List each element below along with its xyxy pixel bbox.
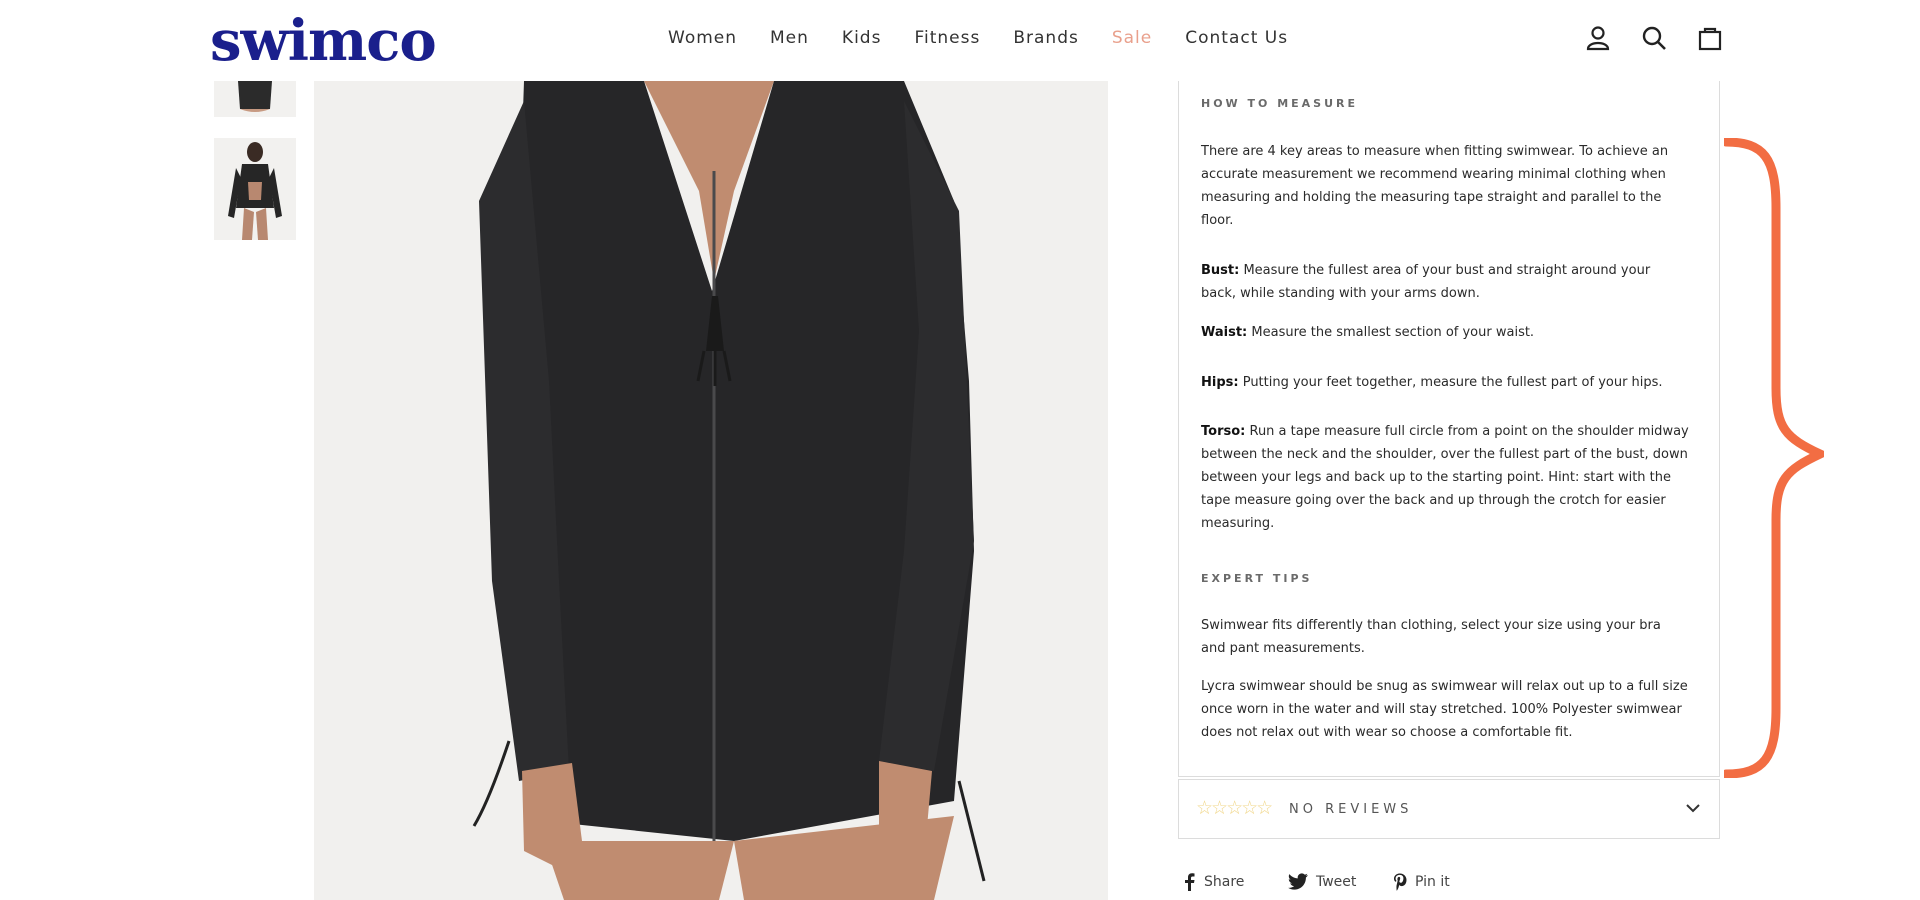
- pinterest-icon: [1394, 873, 1407, 891]
- search-icon[interactable]: [1639, 23, 1669, 53]
- how-to-measure-heading: HOW TO MEASURE: [1201, 97, 1359, 110]
- share-label: Share: [1204, 874, 1245, 890]
- measure-label: Hips:: [1201, 375, 1239, 390]
- facebook-icon: [1185, 873, 1195, 891]
- share-twitter-button[interactable]: Tweet: [1288, 873, 1356, 890]
- tweet-label: Tweet: [1316, 873, 1357, 890]
- site-logo[interactable]: swimco: [210, 6, 437, 76]
- header-icons: [1583, 23, 1725, 53]
- twitter-icon: [1288, 873, 1308, 890]
- measure-torso: Torso: Run a tape measure full circle fr…: [1201, 420, 1689, 535]
- pin-label: Pin it: [1415, 874, 1450, 890]
- measure-label: Waist:: [1201, 325, 1248, 340]
- measure-intro: There are 4 key areas to measure when fi…: [1201, 144, 1669, 228]
- measure-bust: Bust: Measure the fullest area of your b…: [1201, 259, 1689, 305]
- measure-text: Putting your feet together, measure the …: [1238, 375, 1663, 390]
- nav-fitness[interactable]: Fitness: [914, 24, 980, 52]
- share-facebook-button[interactable]: Share: [1182, 873, 1244, 891]
- curly-brace-annotation: [1724, 138, 1824, 778]
- reviews-label: NO REVIEWS: [1289, 802, 1413, 817]
- product-thumbnail[interactable]: [214, 138, 296, 240]
- measure-waist: Waist: Measure the smallest section of y…: [1201, 321, 1689, 344]
- product-thumbnail[interactable]: [214, 81, 296, 117]
- expert-tip: Lycra swimwear should be snug as swimwea…: [1201, 679, 1688, 740]
- star-rating-icon: ☆☆☆☆☆: [1196, 797, 1273, 819]
- nav-sale[interactable]: Sale: [1112, 24, 1152, 52]
- chevron-down-icon[interactable]: [1683, 798, 1703, 818]
- measure-label: Bust:: [1201, 263, 1240, 278]
- main-nav: Women Men Kids Fitness Brands Sale Conta…: [668, 24, 1321, 52]
- reviews-accordion[interactable]: ☆☆☆☆☆ NO REVIEWS: [1178, 779, 1720, 839]
- measure-text: Measure the fullest area of your bust an…: [1201, 263, 1651, 301]
- nav-kids[interactable]: Kids: [842, 24, 882, 52]
- account-icon[interactable]: [1583, 23, 1613, 53]
- expert-tip: Swimwear fits differently than clothing,…: [1201, 618, 1661, 656]
- expert-tips-heading: EXPERT TIPS: [1201, 572, 1313, 585]
- share-pinterest-button[interactable]: Pin it: [1393, 873, 1450, 891]
- nav-women[interactable]: Women: [668, 24, 737, 52]
- measure-text: Measure the smallest section of your wai…: [1247, 325, 1535, 340]
- nav-men[interactable]: Men: [770, 24, 809, 52]
- nav-brands[interactable]: Brands: [1013, 24, 1079, 52]
- main-product-image[interactable]: [314, 81, 1108, 900]
- cart-icon[interactable]: [1695, 23, 1725, 53]
- measure-text: Run a tape measure full circle from a po…: [1201, 424, 1689, 531]
- nav-contact-us[interactable]: Contact Us: [1185, 24, 1288, 52]
- measure-label: Torso:: [1201, 424, 1246, 439]
- measure-hips: Hips: Putting your feet together, measur…: [1201, 371, 1689, 394]
- site-header: swimco Women Men Kids Fitness Brands Sal…: [0, 0, 1920, 81]
- size-guide-panel: HOW TO MEASURE There are 4 key areas to …: [1178, 81, 1720, 777]
